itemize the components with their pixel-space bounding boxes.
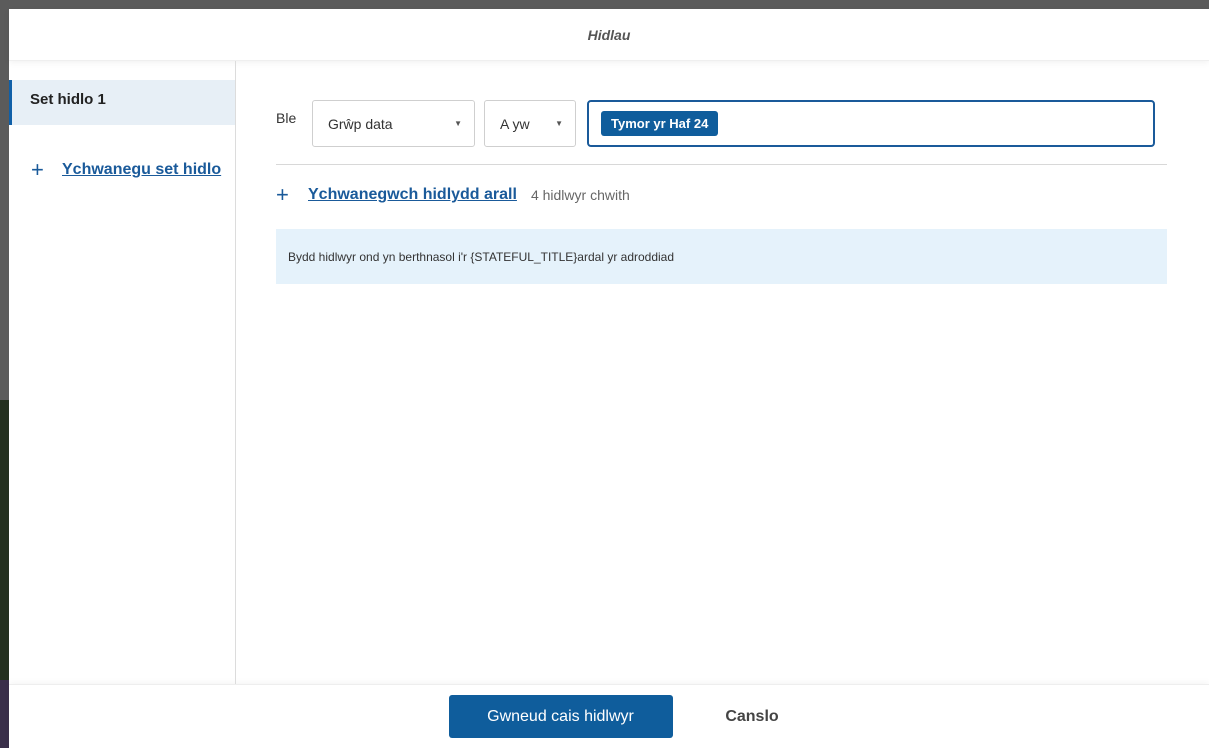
value-chip[interactable]: Tymor yr Haf 24 <box>601 111 719 136</box>
plus-icon: + <box>31 159 44 181</box>
where-label: Ble <box>276 110 297 126</box>
filters-remaining-count: 4 hidlwyr chwith <box>530 187 630 203</box>
apply-filters-button[interactable]: Gwneud cais hidlwyr <box>448 695 673 738</box>
field-select-value: Grŵp data <box>328 115 393 132</box>
info-banner: Bydd hidlwyr ond yn berthnasol i'r {STAT… <box>276 229 1167 284</box>
sidebar-item-label: Set hidlo 1 <box>30 91 106 108</box>
filter-sets-sidebar: Set hidlo 1 + Ychwanegu set hidlo <box>9 61 236 684</box>
add-filter-link[interactable]: Ychwanegwch hidlydd arall <box>308 186 517 204</box>
field-select[interactable]: Grŵp data ▼ <box>312 100 475 147</box>
filter-row: Ble Grŵp data ▼ A yw ▼ Tymor yr Haf 24 <box>276 100 1209 147</box>
plus-icon: + <box>276 182 289 207</box>
filter-editor: Ble Grŵp data ▼ A yw ▼ Tymor yr Haf 24 +… <box>236 61 1209 684</box>
dialog-body: Set hidlo 1 + Ychwanegu set hidlo Ble Gr… <box>9 61 1209 684</box>
add-filter-row: + Ychwanegwch hidlydd arall 4 hidlwyr ch… <box>276 184 1209 206</box>
add-filter-set-link[interactable]: + Ychwanegu set hidlo <box>31 159 236 181</box>
info-message: Bydd hidlwyr ond yn berthnasol i'r {STAT… <box>288 249 675 264</box>
operator-select-value: A yw <box>500 115 530 132</box>
filters-dialog: Hidlau Set hidlo 1 + Ychwanegu set hidlo… <box>9 9 1209 748</box>
dialog-header: Hidlau <box>9 9 1209 61</box>
sidebar-item-filter-set-1[interactable]: Set hidlo 1 <box>9 80 235 125</box>
backdrop-strip-bottom <box>0 680 9 748</box>
operator-select[interactable]: A yw ▼ <box>484 100 576 147</box>
caret-down-icon: ▼ <box>454 119 462 128</box>
cancel-button[interactable]: Canslo <box>715 708 790 726</box>
dialog-footer: Gwneud cais hidlwyr Canslo <box>9 684 1209 748</box>
add-filter-set-label: Ychwanegu set hidlo <box>62 161 222 178</box>
filter-value-input[interactable]: Tymor yr Haf 24 <box>587 100 1155 147</box>
divider <box>276 164 1167 165</box>
caret-down-icon: ▼ <box>555 119 563 128</box>
dialog-title: Hidlau <box>587 26 631 43</box>
